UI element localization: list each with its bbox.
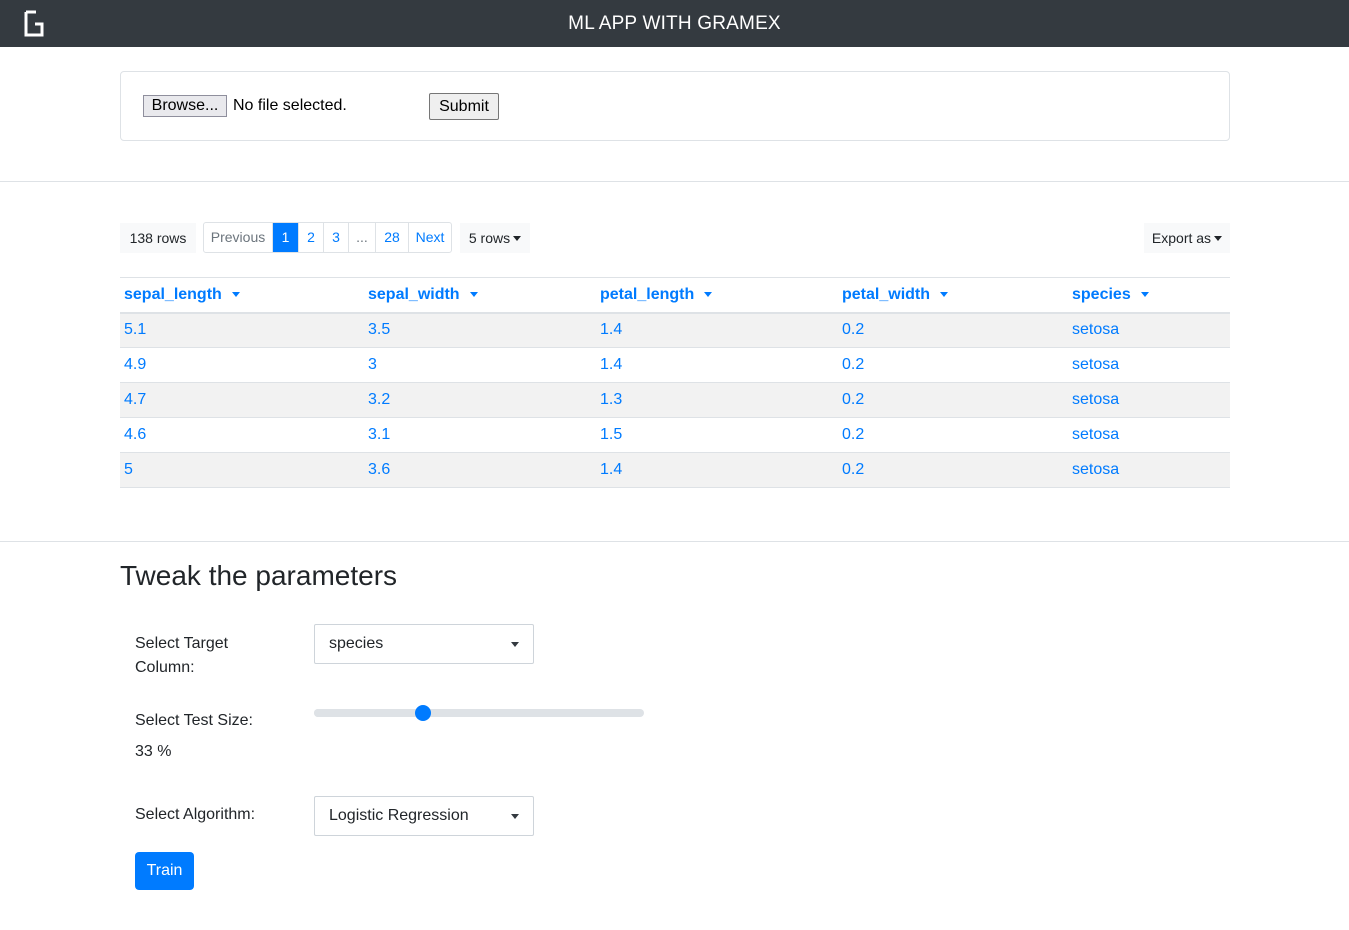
table-cell[interactable]: setosa — [1068, 417, 1230, 453]
table-cell[interactable]: 4.6 — [120, 417, 364, 453]
target-column-label: Select Target Column: — [135, 635, 229, 676]
table-cell[interactable]: 3.2 — [364, 382, 596, 418]
pagination-previous[interactable]: Previous — [204, 223, 273, 252]
column-header-species[interactable]: species — [1068, 277, 1230, 314]
pagination-ellipsis: ... — [349, 223, 376, 252]
chevron-down-icon — [511, 642, 519, 647]
caret-down-icon — [513, 236, 522, 241]
table-cell[interactable]: 0.2 — [838, 382, 1068, 418]
upload-card: Browse... No file selected. Submit — [120, 71, 1230, 141]
pagination-page-2[interactable]: 2 — [299, 223, 324, 252]
table-cell[interactable]: 4.9 — [120, 347, 364, 383]
target-column-value: species — [329, 635, 384, 652]
table-cell[interactable]: 1.4 — [596, 312, 838, 348]
sort-caret-icon — [1140, 291, 1149, 297]
export-label: Export as — [1151, 230, 1212, 246]
row-count-badge: 138 rows — [120, 223, 196, 253]
pagination: Previous 1 2 3 ... 28 Next — [203, 222, 452, 253]
top-navbar: ML APP WITH GRAMEX — [0, 0, 1349, 47]
submit-button[interactable]: Submit — [429, 93, 499, 120]
test-size-label: Select Test Size: — [135, 712, 253, 729]
table-cell[interactable]: 5 — [120, 452, 364, 488]
table-cell[interactable]: 3 — [364, 347, 596, 383]
sort-caret-icon — [940, 291, 949, 297]
export-dropdown[interactable]: Export as — [1144, 223, 1230, 253]
target-column-select[interactable]: species — [314, 624, 534, 664]
table-cell[interactable]: 4.7 — [120, 382, 364, 418]
table-cell[interactable]: 3.6 — [364, 452, 596, 488]
pagination-page-3[interactable]: 3 — [324, 223, 349, 252]
pagination-page-1[interactable]: 1 — [273, 223, 299, 252]
table-cell[interactable]: 0.2 — [838, 312, 1068, 348]
pagination-next[interactable]: Next — [409, 223, 451, 252]
divider — [0, 541, 1349, 542]
table-row: 5 3.6 1.4 0.2 setosa — [120, 452, 1230, 488]
algorithm-select[interactable]: Logistic Regression — [314, 796, 534, 836]
table-cell[interactable]: setosa — [1068, 452, 1230, 488]
divider — [0, 181, 1349, 182]
table-cell[interactable]: 1.5 — [596, 417, 838, 453]
table-header-row: sepal_length sepal_width petal_length pe… — [120, 277, 1230, 314]
column-header-sepal-width[interactable]: sepal_width — [364, 277, 596, 314]
sort-caret-icon — [704, 291, 713, 297]
app-title: ML APP WITH GRAMEX — [568, 13, 781, 34]
data-table: sepal_length sepal_width petal_length pe… — [120, 277, 1230, 488]
table-cell[interactable]: setosa — [1068, 312, 1230, 348]
table-cell[interactable]: 0.2 — [838, 417, 1068, 453]
table-row: 4.6 3.1 1.5 0.2 setosa — [120, 417, 1230, 453]
sort-caret-icon — [469, 291, 478, 297]
slider-fill — [314, 709, 423, 717]
slider-thumb[interactable] — [414, 705, 431, 721]
table-cell[interactable]: 1.4 — [596, 452, 838, 488]
table-cell[interactable]: 1.4 — [596, 347, 838, 383]
caret-down-icon — [1214, 236, 1223, 241]
column-header-petal-width[interactable]: petal_width — [838, 277, 1068, 314]
table-row: 5.1 3.5 1.4 0.2 setosa — [120, 312, 1230, 348]
section-title: Tweak the parameters — [120, 560, 398, 591]
table-row: 4.9 3 1.4 0.2 setosa — [120, 347, 1230, 383]
algorithm-value: Logistic Regression — [329, 807, 469, 824]
browse-button[interactable]: Browse... — [143, 95, 227, 117]
column-header-sepal-length[interactable]: sepal_length — [120, 277, 364, 314]
pagination-page-28[interactable]: 28 — [376, 223, 409, 252]
table-cell[interactable]: 3.1 — [364, 417, 596, 453]
table-cell[interactable]: setosa — [1068, 347, 1230, 383]
file-status-text: No file selected. — [233, 97, 347, 114]
train-button[interactable]: Train — [135, 852, 194, 890]
table-cell[interactable]: 3.5 — [364, 312, 596, 348]
table-cell[interactable]: 0.2 — [838, 452, 1068, 488]
sort-caret-icon — [231, 291, 240, 297]
table-cell[interactable]: 0.2 — [838, 347, 1068, 383]
test-size-value: 33 % — [135, 743, 172, 760]
table-cell[interactable]: 1.3 — [596, 382, 838, 418]
algorithm-label: Select Algorithm: — [135, 806, 256, 823]
table-cell[interactable]: 5.1 — [120, 312, 364, 348]
table-cell[interactable]: setosa — [1068, 382, 1230, 418]
column-header-petal-length[interactable]: petal_length — [596, 277, 838, 314]
test-size-slider[interactable] — [314, 705, 644, 721]
chevron-down-icon — [511, 814, 519, 819]
table-row: 4.7 3.2 1.3 0.2 setosa — [120, 382, 1230, 418]
page-size-dropdown[interactable]: 5 rows — [460, 223, 530, 253]
page-size-label: 5 rows — [468, 230, 511, 246]
